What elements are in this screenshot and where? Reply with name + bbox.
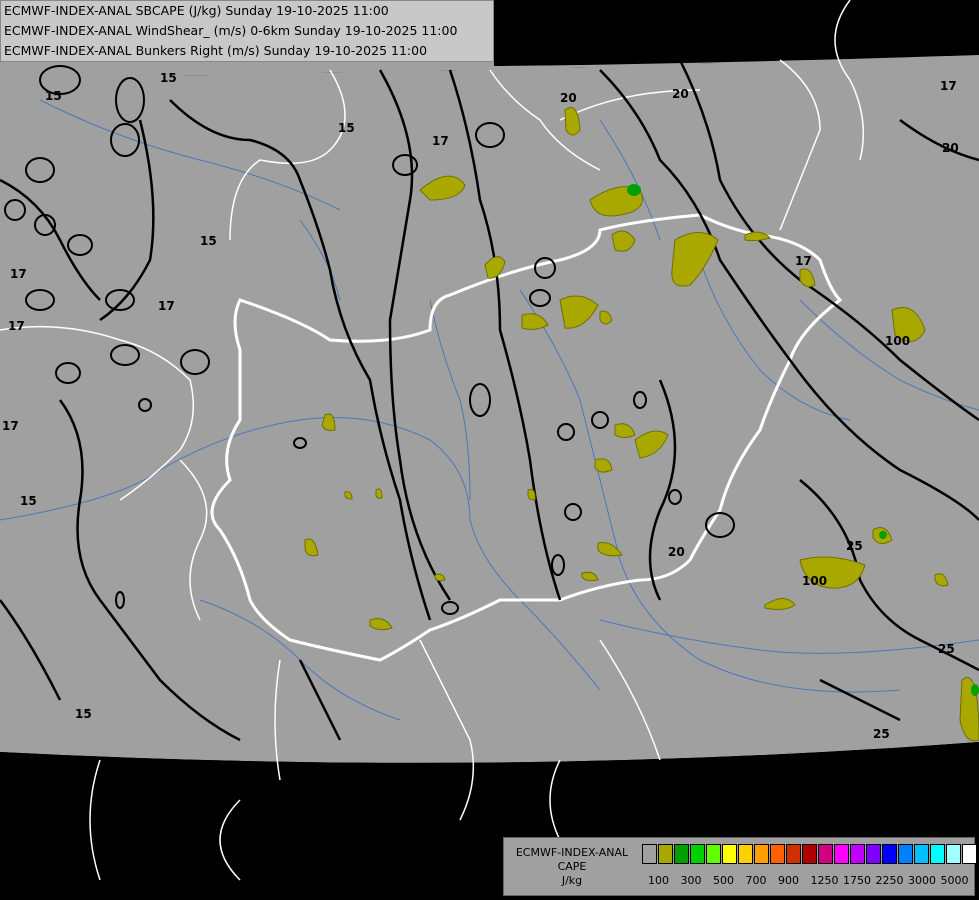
contour-label: 17 (158, 299, 175, 313)
contour-label: 17 (2, 419, 19, 433)
legend-tick-label: 1250 (810, 874, 839, 887)
contour-label: 15 (20, 494, 37, 508)
contour-label: 25 (938, 642, 955, 656)
contour-label: 17 (940, 79, 957, 93)
contour-label: 20 (668, 545, 685, 559)
title-line-bunkers: ECMWF-INDEX-ANAL Bunkers Right (m/s) Sun… (4, 43, 428, 58)
legend-tick-label: 2250 (875, 874, 904, 887)
legend-swatch (738, 844, 753, 864)
contour-label: 20 (560, 91, 577, 105)
contour-label: 25 (846, 539, 863, 553)
legend-tick-label: 700 (745, 874, 767, 887)
legend-tick-label: 3000 (908, 874, 936, 887)
legend-swatch (834, 844, 849, 864)
legend-tick-label: 900 (778, 874, 799, 887)
contour-label: 25 (873, 727, 890, 741)
legend-swatch (962, 844, 977, 864)
legend-swatch (802, 844, 817, 864)
contour-label: 17 (8, 319, 25, 333)
contour-label: 15 (75, 707, 92, 721)
contour-label: 15 (200, 234, 217, 248)
legend-tick-label: 100 (648, 874, 669, 887)
legend-swatch (786, 844, 801, 864)
cape-map: 15 15 15 15 15 15 17 17 17 17 17 17 17 1… (0, 0, 979, 900)
legend-swatch (898, 844, 913, 864)
legend-swatch (850, 844, 865, 864)
legend-swatch (754, 844, 769, 864)
contour-label: 17 (432, 134, 449, 148)
contour-label: 100 (885, 334, 910, 348)
legend-title-model: ECMWF-INDEX-ANAL (515, 846, 629, 859)
legend-swatches (642, 844, 978, 864)
contour-label: 17 (10, 267, 27, 281)
legend-title: ECMWF-INDEX-ANAL CAPE J/kg (508, 846, 636, 888)
contour-label: 15 (338, 121, 355, 135)
legend-tick-label: 1750 (843, 874, 871, 887)
contour-label: 100 (802, 574, 827, 588)
legend-swatch (642, 844, 657, 864)
legend-title-unit: J/kg (561, 874, 583, 887)
legend-title-param: CAPE (557, 860, 587, 873)
legend-ticks: 100 300 500 700 900 1250 1750 2250 3000 5000 (642, 874, 972, 890)
legend-swatch (770, 844, 785, 864)
title-line-sbcape: ECMWF-INDEX-ANAL SBCAPE (J/kg) Sunday 19… (4, 3, 389, 18)
legend-tick-label: 5000 (940, 874, 969, 887)
legend-swatch (914, 844, 929, 864)
contour-label: 20 (672, 87, 689, 101)
legend-swatch (658, 844, 673, 864)
legend-swatch (674, 844, 689, 864)
contour-label: 15 (45, 89, 62, 103)
legend-swatch (690, 844, 705, 864)
contour-label: 15 (160, 71, 177, 85)
legend-tick-label: 300 (680, 874, 702, 887)
model-domain (0, 0, 979, 763)
legend-swatch (818, 844, 833, 864)
legend-swatch (882, 844, 897, 864)
legend-swatch (706, 844, 721, 864)
legend-swatch (930, 844, 945, 864)
title-line-windshear: ECMWF-INDEX-ANAL WindShear_ (m/s) 0-6km … (4, 23, 458, 38)
legend-swatch (866, 844, 881, 864)
legend-tick-label: 500 (713, 874, 734, 887)
contour-label: 17 (795, 254, 812, 268)
contour-label: 20 (942, 141, 959, 155)
contour-label: 17 (716, 757, 733, 771)
legend-swatch (722, 844, 737, 864)
map-title-box: ECMWF-INDEX-ANAL SBCAPE (J/kg) Sunday 19… (0, 0, 494, 62)
cape-legend: ECMWF-INDEX-ANAL CAPE J/kg 100 300 500 700 9… (503, 837, 978, 896)
legend-swatch (946, 844, 961, 864)
